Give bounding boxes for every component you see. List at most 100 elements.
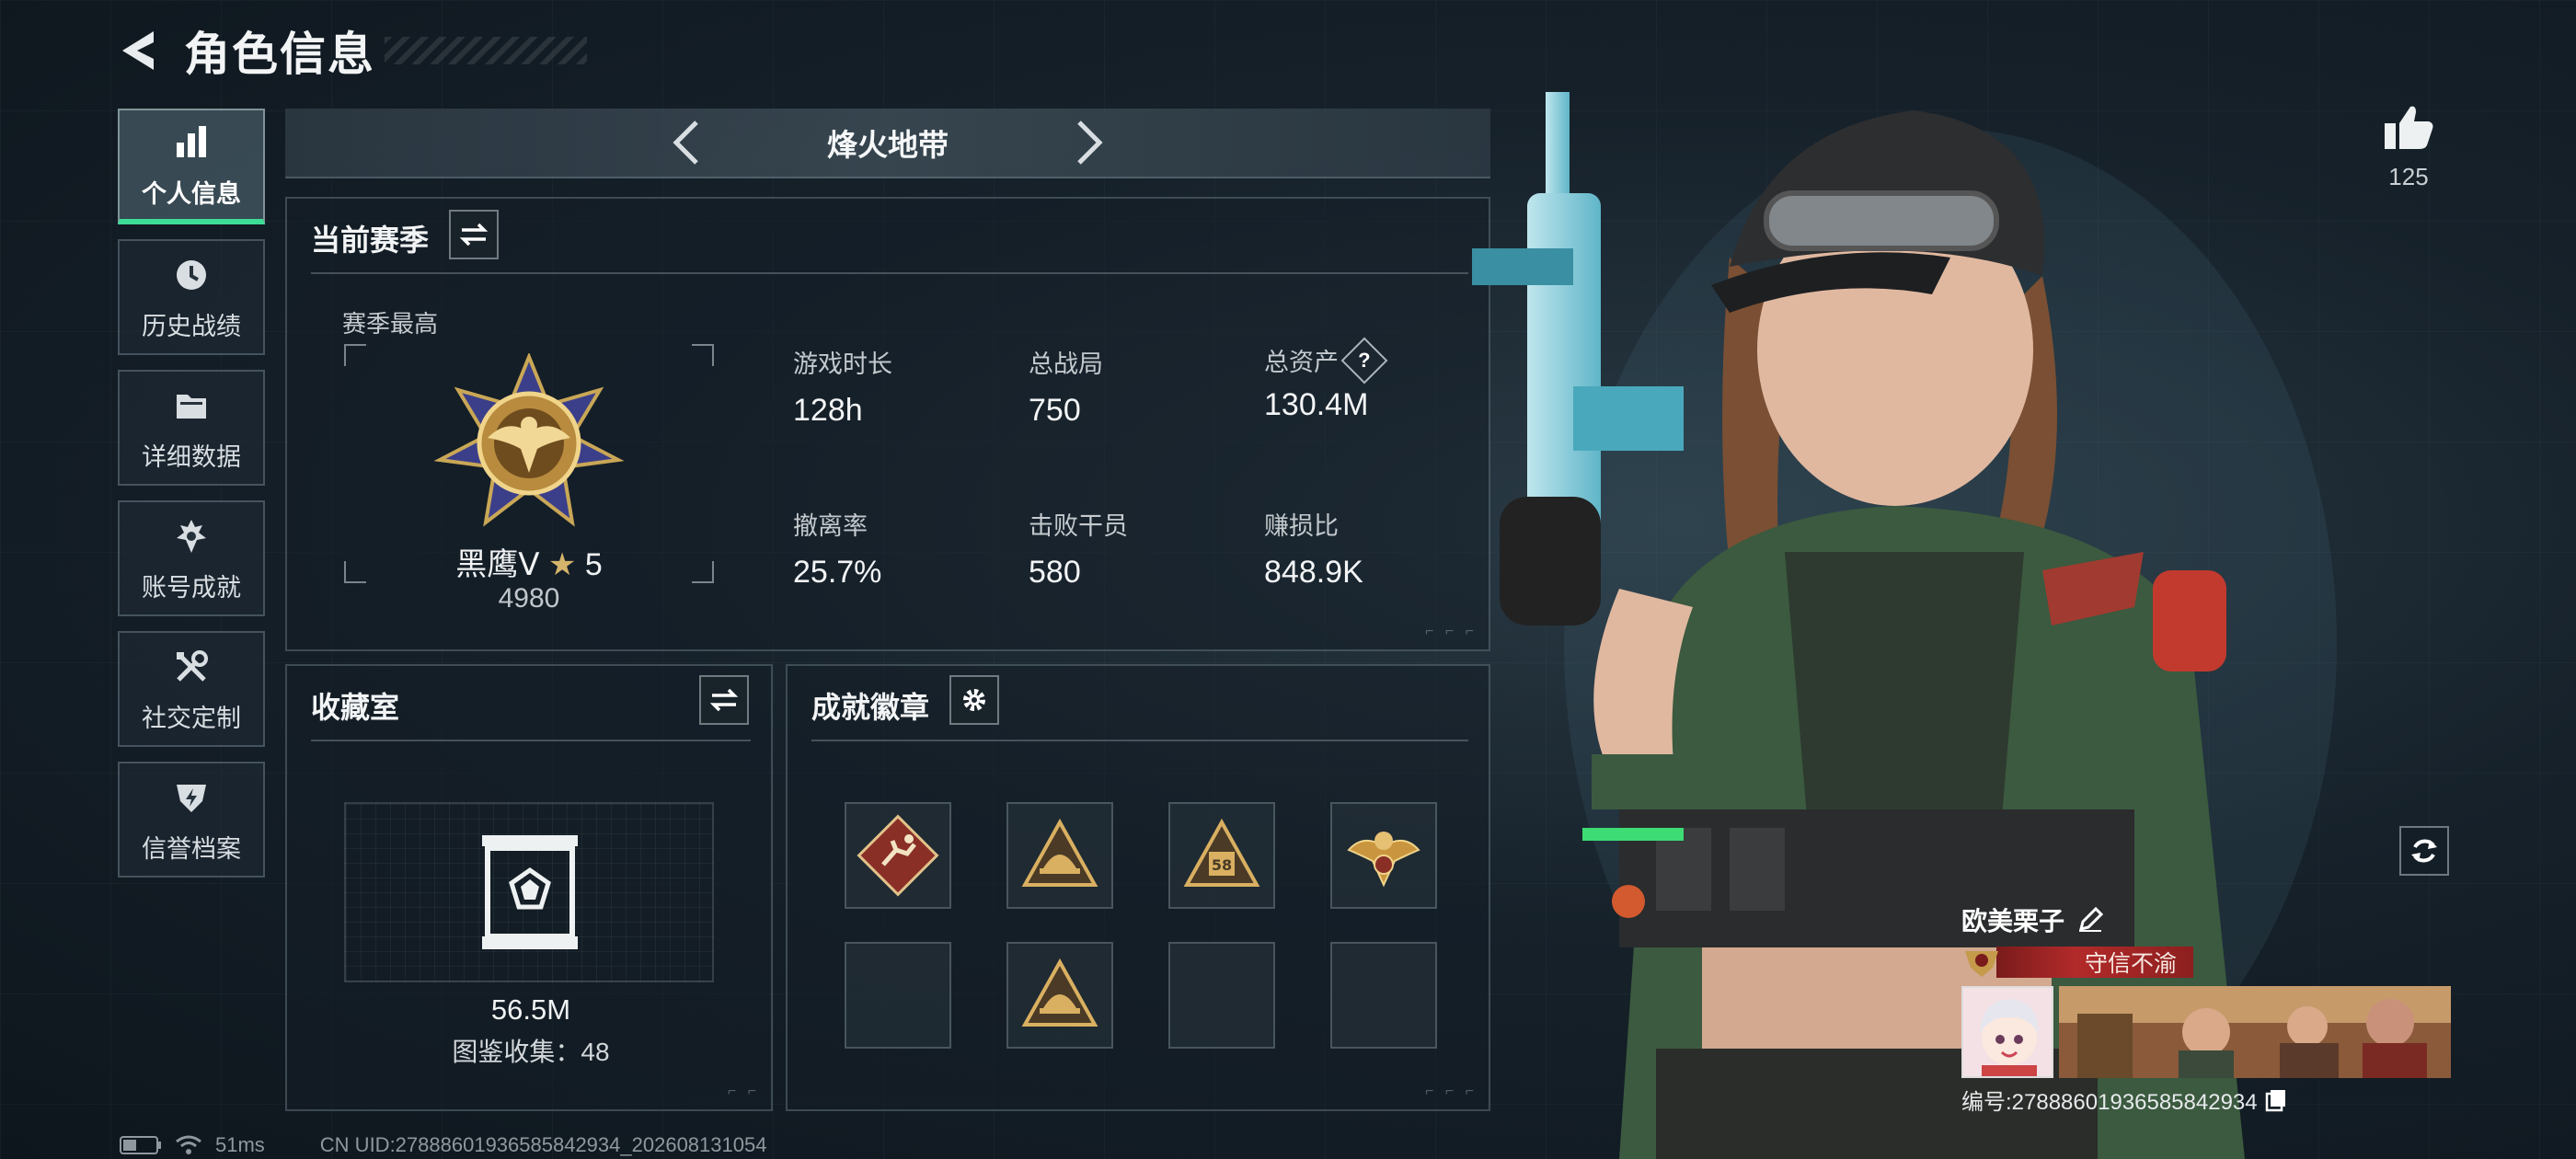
help-icon[interactable]: ? xyxy=(1340,337,1388,384)
badge-slot-3[interactable]: 58 xyxy=(1168,802,1275,909)
stat-label-text: 总资产 xyxy=(1264,349,1339,376)
player-avatar[interactable] xyxy=(1961,986,2053,1078)
player-card: 欧美栗子 守信不渝 xyxy=(1961,901,2455,1116)
cn-uid: CN UID:27888601936585842934_202608131054 xyxy=(319,1133,767,1156)
badges-panel-title: 成就徽章 xyxy=(811,691,930,724)
nav-item-credit-record[interactable]: 信誉档案 xyxy=(118,762,265,878)
mode-next-button[interactable] xyxy=(1063,115,1118,170)
mode-title: 烽火地带 xyxy=(827,128,949,162)
player-title-row: 守信不渝 xyxy=(1961,946,2455,979)
history-clock-icon xyxy=(169,253,213,297)
player-id: 编号:2788860193658584293­4 xyxy=(1961,1090,2258,1115)
helmet-badge-icon xyxy=(1021,958,1098,1027)
refresh-icon xyxy=(2411,839,2437,863)
bar-chart-icon xyxy=(169,120,213,165)
swap-icon xyxy=(460,223,488,247)
collection-panel-title: 收藏室 xyxy=(311,691,400,724)
collection-switch-button[interactable] xyxy=(699,675,749,725)
frame-corner xyxy=(344,344,366,366)
nav-item-achievements[interactable]: 账号成就 xyxy=(118,500,265,616)
corner-decoration: ⌐ ⌐ xyxy=(727,1084,760,1099)
nav-label: 详细数据 xyxy=(142,442,241,471)
refresh-button[interactable] xyxy=(2399,826,2449,876)
mode-selector: 烽火地带 xyxy=(285,109,1490,178)
panel-divider xyxy=(311,740,751,741)
badge-slot-6[interactable] xyxy=(1006,942,1113,1049)
nav-item-detailed-data[interactable]: 详细数据 xyxy=(118,370,265,486)
rank-star-icon: ★ xyxy=(547,547,577,582)
nav-item-history[interactable]: 历史战绩 xyxy=(118,239,265,355)
stat-play-time: 游戏时长 128h xyxy=(793,344,1014,429)
runner-badge-icon xyxy=(857,814,939,897)
season-best-label: 赛季最高 xyxy=(342,310,439,338)
stat-total-matches: 总战局 750 xyxy=(1029,344,1249,429)
eagle-badge-icon xyxy=(1347,832,1420,888)
player-name-row: 欧美栗子 xyxy=(1961,901,2455,938)
stat-label: 游戏时长 xyxy=(793,350,892,378)
page-title: 角色信息 xyxy=(184,29,375,80)
stat-label: 总战局 xyxy=(1029,350,1103,378)
badge-slot-8[interactable] xyxy=(1330,942,1437,1049)
badge-slot-7[interactable] xyxy=(1168,942,1275,1049)
nav-item-personal-info[interactable]: 个人信息 xyxy=(118,109,265,224)
gear-icon xyxy=(963,689,985,711)
stat-label: 击败干员 xyxy=(1029,512,1128,540)
nav-item-social-custom[interactable]: 社交定制 xyxy=(118,631,265,747)
rank-score: 4980 xyxy=(498,583,560,614)
title-decoration xyxy=(385,37,587,64)
swap-icon xyxy=(710,688,738,712)
nav-label: 账号成就 xyxy=(142,573,241,602)
stat-value: 128h xyxy=(793,393,863,428)
collection-value: 56.5M xyxy=(490,993,571,1026)
credit-shield-icon xyxy=(169,775,213,820)
collection-count: 图鉴收集：48 xyxy=(452,1038,610,1066)
like-count: 125 xyxy=(2388,163,2429,190)
side-nav: 个人信息 历史战绩 详细数据 账号成就 社交定制 信誉档案 xyxy=(118,109,265,892)
panel-divider xyxy=(811,740,1468,741)
nav-label: 历史战绩 xyxy=(142,312,241,340)
nav-label: 社交定制 xyxy=(142,704,241,732)
rank-stars-count: 5 xyxy=(584,547,603,582)
like-button[interactable]: 125 xyxy=(2379,103,2438,191)
copy-icon[interactable] xyxy=(2265,1088,2287,1112)
nav-label: 信誉档案 xyxy=(142,834,241,863)
player-name: 欧美栗子 xyxy=(1961,907,2065,935)
collection-panel[interactable]: 收藏室 56.5M 图鉴收集：48 ⌐ ⌐ xyxy=(285,664,773,1111)
panel-divider xyxy=(311,272,1468,274)
stat-label: 撤离率 xyxy=(793,512,868,540)
helmet-badge-icon xyxy=(1021,818,1098,887)
ping-value: 51ms xyxy=(215,1133,265,1156)
badge-slot-2[interactable] xyxy=(1006,802,1113,909)
stat-value: 750 xyxy=(1029,393,1081,428)
badges-settings-button[interactable] xyxy=(949,675,999,725)
edit-name-icon[interactable] xyxy=(2077,907,2104,933)
player-images xyxy=(1961,986,2455,1078)
rank-name-text: 黑鹰Ⅴ xyxy=(455,547,540,582)
level-58-badge-icon: 58 xyxy=(1183,818,1260,887)
player-namecard-image[interactable] xyxy=(2059,986,2451,1078)
player-title: 守信不渝 xyxy=(1996,947,2193,978)
chevron-right-icon xyxy=(1077,120,1103,165)
mode-prev-button[interactable] xyxy=(658,115,713,170)
title-emblem-icon xyxy=(1965,951,1998,977)
status-bar: 51ms CN UID:27888601936585842934_2026081… xyxy=(120,1131,766,1159)
rank-name: 黑鹰Ⅴ ★ 5 xyxy=(344,539,714,584)
season-panel: 当前赛季 赛季最高 黑鹰Ⅴ ★ 5 4980 游戏时长 128h 总战局 750 xyxy=(285,197,1490,651)
nav-label: 个人信息 xyxy=(142,179,241,208)
frame-corner xyxy=(692,344,714,366)
badge-slot-4[interactable] xyxy=(1330,802,1437,909)
season-panel-title: 当前赛季 xyxy=(311,224,430,257)
chevron-left-icon xyxy=(673,120,698,165)
stat-operators-defeated: 击败干员 580 xyxy=(1029,506,1249,591)
back-arrow-icon[interactable] xyxy=(110,23,166,78)
season-switch-button[interactable] xyxy=(449,210,499,259)
badge-slot-5[interactable] xyxy=(845,942,951,1049)
badge-slot-1[interactable] xyxy=(845,802,951,909)
achievement-icon xyxy=(169,514,213,558)
stat-extraction-rate: 撤离率 25.7% xyxy=(793,506,1014,591)
stat-value: 580 xyxy=(1029,555,1081,590)
rank-emblem-icon xyxy=(433,351,625,534)
svg-text:58: 58 xyxy=(1212,856,1232,874)
top-bar: 角色信息 xyxy=(110,18,587,83)
badges-panel: 成就徽章 58 ⌐ ⌐ ⌐ xyxy=(786,664,1490,1111)
